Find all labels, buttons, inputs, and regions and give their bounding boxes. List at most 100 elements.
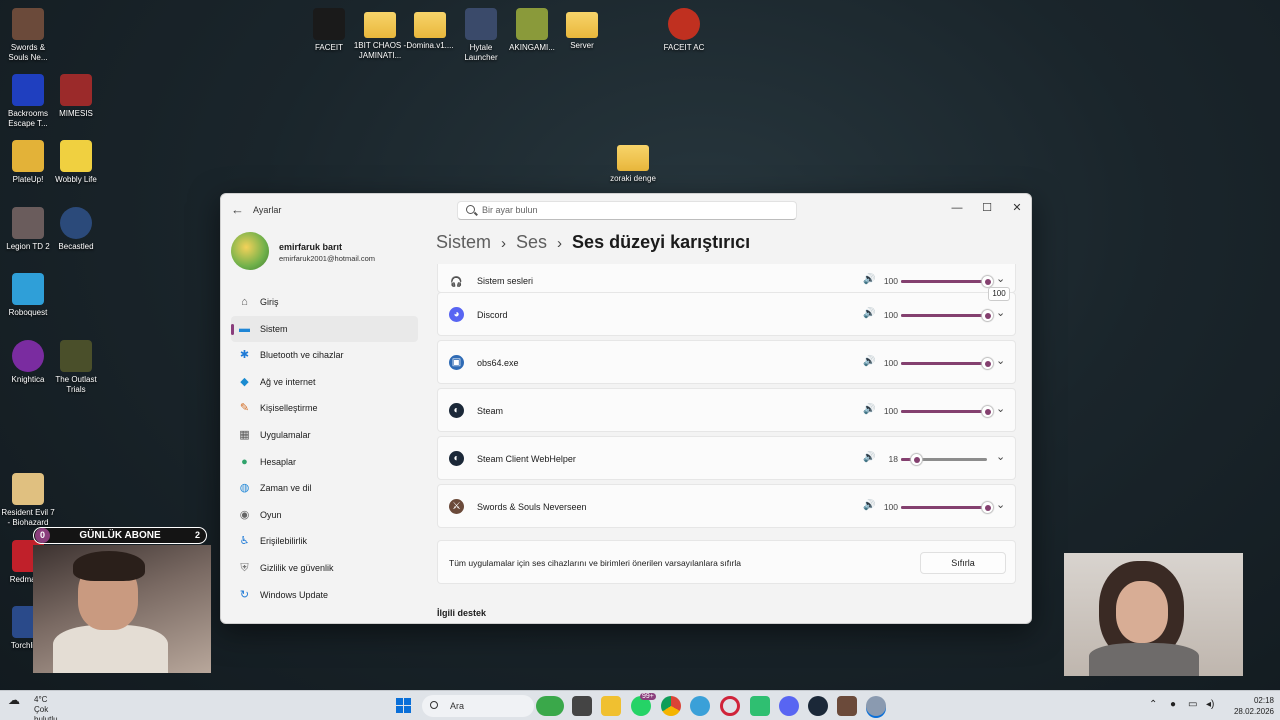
sidebar-item-9[interactable]: ◉ Oyun <box>231 502 418 529</box>
volume-slider-thumb[interactable] <box>982 358 993 369</box>
volume-slider-thumb[interactable] <box>911 454 923 465</box>
desktop-icon-swords-souls[interactable]: Swords & Souls Ne... <box>0 8 56 63</box>
sidebar-item-10[interactable]: ♿ Erişilebilirlik <box>231 528 418 555</box>
desktop-icon-becastled[interactable]: Becastled <box>48 207 104 252</box>
clock-time: 02:18 <box>1253 696 1274 705</box>
title-bar: ← Ayarlar Bir ayar bulun — ☐ ✕ <box>221 194 1031 226</box>
sidebar-item-label: Sistem <box>260 323 288 334</box>
network-icon[interactable]: ▭ <box>1188 699 1197 710</box>
volume-slider[interactable] <box>901 454 987 465</box>
desktop-folder-1bit-chaos[interactable]: 1BIT CHAOS - JAMINATI... <box>352 8 408 61</box>
volume-slider[interactable] <box>901 358 993 369</box>
user-profile[interactable]: emirfaruk barıt emirfaruk2001@hotmail.co… <box>231 232 431 272</box>
close-button[interactable]: ✕ <box>1002 198 1031 218</box>
chevron-down-icon[interactable]: ⌄ <box>996 450 1005 463</box>
breadcrumb: Sistem › Ses › Ses düzeyi karıştırıcı <box>436 232 750 253</box>
sidebar-item-1[interactable]: ⌂ Giriş <box>231 289 418 316</box>
volume-slider[interactable] <box>901 310 993 321</box>
taskbar-search[interactable]: Ara <box>422 695 534 717</box>
webcam-face <box>1116 581 1168 643</box>
volume-slider-fill <box>901 410 987 413</box>
speaker-icon[interactable]: 🔊 <box>863 452 875 463</box>
sidebar-item-6[interactable]: ▦ Uygulamalar <box>231 422 418 449</box>
discord-icon[interactable] <box>779 696 799 716</box>
volume-slider-thumb[interactable] <box>982 502 993 513</box>
desktop-icon-akingami[interactable]: AKINGAMI... <box>504 8 560 53</box>
globe-icon: ◍ <box>239 482 250 495</box>
settings-gear-icon[interactable] <box>690 696 710 716</box>
steam-icon: ◐ <box>449 451 464 466</box>
breadcrumb-sistem[interactable]: Sistem <box>436 232 491 252</box>
opera-icon[interactable] <box>720 696 740 716</box>
weather-widget[interactable]: ☁ 4°C Çok bulutlu <box>8 694 58 720</box>
steam-icon: ◐ <box>449 403 464 418</box>
widgets-icon[interactable] <box>536 696 564 716</box>
chrome-icon[interactable] <box>661 696 681 716</box>
maximize-button[interactable]: ☐ <box>972 198 1002 218</box>
desktop-icon-faceit[interactable]: FACEIT <box>301 8 357 53</box>
desktop-icon-roboquest[interactable]: Roboquest <box>0 273 56 318</box>
game-taskbar-icon[interactable] <box>837 696 857 716</box>
volume-slider[interactable] <box>901 276 993 287</box>
sidebar-item-5[interactable]: ✎ Kişiselleştirme <box>231 395 418 422</box>
volume-slider-thumb[interactable] <box>982 310 993 321</box>
android-icon[interactable] <box>750 696 770 716</box>
desktop-icon-faceit-ac[interactable]: FACEIT AC <box>656 8 712 53</box>
reset-button[interactable]: Sıfırla <box>920 552 1006 574</box>
speaker-icon[interactable]: 🔊 <box>863 274 875 285</box>
sidebar-item-11[interactable]: ⛨ Gizlilik ve güvenlik <box>231 555 418 582</box>
sidebar-item-12[interactable]: ↻ Windows Update <box>231 582 418 609</box>
speaker-icon[interactable]: 🔊 <box>863 356 875 367</box>
desktop-folder-server[interactable]: Server <box>554 8 610 51</box>
speaker-icon[interactable]: 🔊 <box>863 404 875 415</box>
sidebar-item-3[interactable]: ✱ Bluetooth ve cihazlar <box>231 342 418 369</box>
breadcrumb-ses[interactable]: Ses <box>516 232 547 252</box>
chevron-down-icon[interactable]: ⌄ <box>996 402 1005 415</box>
start-button[interactable] <box>396 698 412 714</box>
back-arrow-icon[interactable]: ← <box>231 203 245 217</box>
app-title: Ayarlar <box>253 205 282 215</box>
volume-slider[interactable] <box>901 406 993 417</box>
sidebar-item-4[interactable]: ◆ Ağ ve internet <box>231 369 418 396</box>
volume-value: 100 <box>883 358 898 368</box>
brush-icon: ✎ <box>239 402 250 415</box>
volume-value: 100 <box>883 502 898 512</box>
task-view-icon[interactable] <box>572 696 592 716</box>
desktop-icon-mimesis[interactable]: MIMESIS <box>48 74 104 119</box>
speaker-icon[interactable]: 🔊 <box>863 500 875 511</box>
desktop-folder-domina[interactable]: Domina.v1.... <box>402 8 458 51</box>
desktop-icon-resident-evil[interactable]: Resident Evil 7 - Biohazard <box>0 473 56 528</box>
clock-date: 28.02.2026 <box>1233 707 1274 716</box>
chevron-down-icon[interactable]: ⌄ <box>996 498 1005 511</box>
chevron-down-icon[interactable]: ⌄ <box>996 354 1005 367</box>
minimize-button[interactable]: — <box>942 198 972 218</box>
volume-tooltip: 100 <box>988 287 1010 301</box>
settings-search-input[interactable]: Bir ayar bulun <box>457 201 797 220</box>
sidebar-item-7[interactable]: ● Hesaplar <box>231 449 418 476</box>
account-icon: ● <box>241 455 248 468</box>
chevron-down-icon[interactable]: ⌄ <box>996 272 1005 285</box>
discord-icon: ◕ <box>449 307 464 322</box>
desktop-icon-hytale[interactable]: Hytale Launcher <box>453 8 509 63</box>
volume-slider-thumb[interactable] <box>982 276 993 287</box>
sidebar-item-2[interactable]: ▬ Sistem <box>231 315 418 343</box>
system-clock[interactable]: 02:18 28.02.2026 <box>1222 695 1274 717</box>
chevron-down-icon[interactable]: ⌄ <box>996 306 1005 319</box>
bluetooth-icon: ✱ <box>239 349 250 362</box>
file-explorer-icon[interactable] <box>601 696 621 716</box>
volume-slider[interactable] <box>901 502 993 513</box>
speaker-icon[interactable]: ◂) <box>1206 699 1214 710</box>
system-icon: ▬ <box>239 322 250 335</box>
chevron-up-icon[interactable]: ⌃ <box>1149 699 1157 710</box>
volume-slider-thumb[interactable] <box>982 406 993 417</box>
desktop-icon-outlast-trials[interactable]: The Outlast Trials <box>48 340 104 395</box>
microphone-icon[interactable]: ● <box>1170 699 1176 710</box>
settings-app-icon[interactable] <box>866 696 886 716</box>
sidebar-item-8[interactable]: ◍ Zaman ve dil <box>231 475 418 502</box>
breadcrumb-separator: › <box>557 235 563 252</box>
speaker-icon[interactable]: 🔊 <box>863 308 875 319</box>
desktop-icon-wobbly-life[interactable]: Wobbly Life <box>48 140 104 185</box>
steam-icon[interactable] <box>808 696 828 716</box>
sidebar-item-label: Windows Update <box>260 589 329 600</box>
desktop-folder-zoraki-denge[interactable]: zoraki denge <box>605 141 661 184</box>
